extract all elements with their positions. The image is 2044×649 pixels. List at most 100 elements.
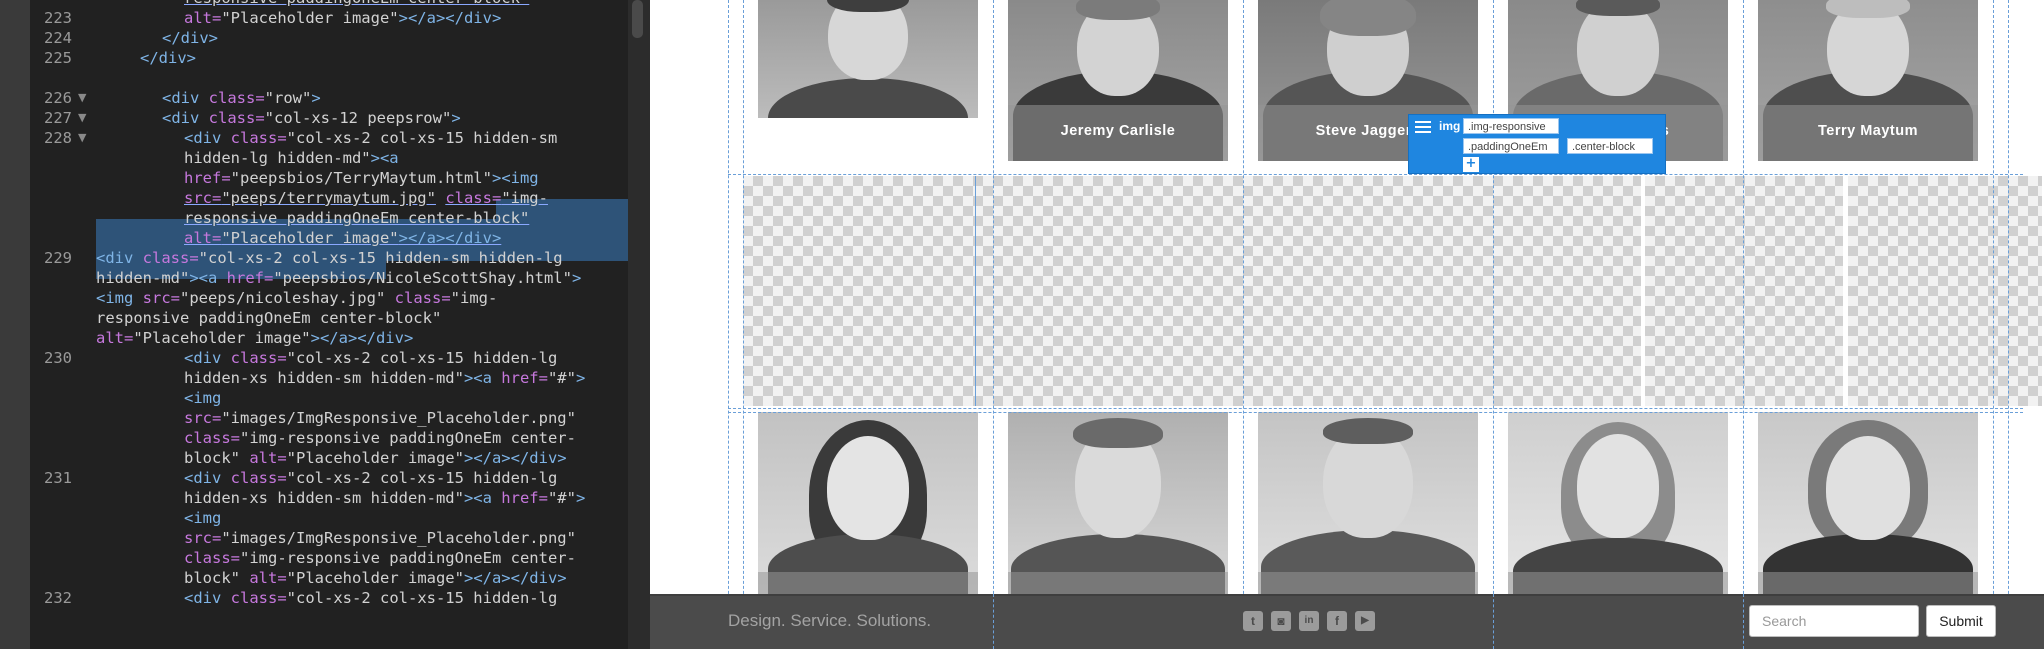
row-guide <box>728 408 2023 409</box>
photo-hair <box>1576 0 1660 16</box>
name-bar <box>1258 572 1478 594</box>
site-footer: Design. Service. Solutions. t ◙ in f ▶ S… <box>650 594 2044 649</box>
code-line[interactable]: class="img-responsive paddingOneEm cente… <box>184 548 576 568</box>
photo-face <box>1577 434 1659 538</box>
team-photo[interactable] <box>1008 412 1228 594</box>
code-line[interactable]: responsive paddingOneEm center-block" <box>96 308 441 328</box>
team-photo[interactable] <box>1258 412 1478 594</box>
class-chip-padding[interactable]: .paddingOneEm <box>1463 138 1559 154</box>
class-chip-img-responsive[interactable]: .img-responsive <box>1463 118 1559 134</box>
team-photo[interactable] <box>758 412 978 594</box>
line-number: 225 <box>44 49 72 67</box>
code-line[interactable]: <div class="col-xs-2 col-xs-15 hidden-lg <box>184 468 557 488</box>
code-line[interactable]: <img <box>184 388 221 408</box>
editor-scrollbar[interactable] <box>628 0 650 649</box>
fold-arrow-icon[interactable]: ▼ <box>78 108 86 128</box>
column-guide <box>1243 0 1244 649</box>
team-photo[interactable] <box>1508 412 1728 594</box>
line-number: 224 <box>44 29 72 47</box>
editor-scroll-thumb[interactable] <box>632 0 643 38</box>
code-line[interactable]: href="peepsbios/TerryMaytum.html"><img <box>184 168 539 188</box>
placeholder-image[interactable] <box>743 176 1641 406</box>
column-guide <box>743 0 744 649</box>
team-photo[interactable]: Terry Maytum <box>1758 0 1978 161</box>
code-line[interactable]: <div class="col-xs-2 col-xs-15 hidden-sm… <box>96 248 563 268</box>
photo-face <box>828 0 908 80</box>
code-line[interactable]: alt="Placeholder image"></a></div> <box>184 8 501 28</box>
line-number: 226 <box>44 89 72 107</box>
code-line[interactable]: class="img-responsive paddingOneEm cente… <box>184 428 576 448</box>
element-tag-name: img <box>1439 119 1461 133</box>
instagram-icon[interactable]: ◙ <box>1271 611 1291 631</box>
youtube-icon[interactable]: ▶ <box>1355 611 1375 631</box>
code-line[interactable]: hidden-md"><a href="peepsbios/NicoleScot… <box>96 268 581 288</box>
column-guide <box>1993 0 1994 649</box>
code-line[interactable]: </div> <box>140 48 196 68</box>
line-number: 229 <box>44 249 72 267</box>
code-area[interactable]: 223224225226227228229230231232▼▼▼ src="p… <box>30 0 628 649</box>
fold-arrow-icon[interactable]: ▼ <box>78 88 86 108</box>
hamburger-menu-icon[interactable] <box>1415 121 1431 135</box>
code-line[interactable]: <div class="row"> <box>162 88 321 108</box>
photo-hair <box>1073 418 1163 448</box>
photo-face <box>827 436 909 540</box>
twitter-icon[interactable]: t <box>1243 611 1263 631</box>
line-number: 228 <box>44 129 72 147</box>
code-line[interactable]: <img <box>184 508 221 528</box>
code-line[interactable]: <div class="col-xs-2 col-xs-15 hidden-lg <box>184 348 557 368</box>
name-bar <box>1008 572 1228 594</box>
photo-hair <box>1076 0 1160 20</box>
code-line[interactable]: src="peeps/terrymaytum.jpg" class="img- <box>184 188 548 208</box>
photo-hair <box>1826 0 1910 18</box>
line-number: 223 <box>44 9 72 27</box>
class-chip-center-block[interactable]: .center-block <box>1567 138 1653 154</box>
code-line[interactable]: <img src="peeps/nicoleshay.jpg" class="i… <box>96 288 497 308</box>
submit-button[interactable]: Submit <box>1926 605 1996 637</box>
live-preview[interactable]: Jeremy Carlisle Steve Jaggers Brian Thom… <box>650 0 2044 649</box>
code-line[interactable]: block" alt="Placeholder image"></a></div… <box>184 448 567 468</box>
team-photo[interactable] <box>1758 412 1978 594</box>
column-guide <box>993 0 994 649</box>
code-line[interactable]: src="images/ImgResponsive_Placeholder.pn… <box>184 528 576 548</box>
name-bar <box>1758 572 1978 594</box>
photo-face <box>1826 436 1910 540</box>
add-class-button[interactable]: + <box>1463 157 1479 172</box>
code-line[interactable]: src="images/ImgResponsive_Placeholder.pn… <box>184 408 576 428</box>
line-number: 230 <box>44 349 72 367</box>
column-guide <box>1493 0 1494 649</box>
photo-hair <box>1320 0 1416 36</box>
line-number: 231 <box>44 469 72 487</box>
placeholder-image[interactable] <box>1645 176 1843 406</box>
code-line[interactable]: responsive paddingOneEm center-block" <box>184 0 529 8</box>
line-number: 227 <box>44 109 72 127</box>
column-guide <box>728 0 729 649</box>
name-bar <box>758 572 978 594</box>
search-input[interactable]: Search <box>1749 605 1919 637</box>
name-bar <box>1508 572 1728 594</box>
code-editor-panel[interactable]: 223224225226227228229230231232▼▼▼ src="p… <box>0 0 650 649</box>
team-photo[interactable]: Jeremy Carlisle <box>1008 0 1228 161</box>
code-line[interactable]: hidden-xs hidden-sm hidden-md"><a href="… <box>184 368 585 388</box>
code-line[interactable]: <div class="col-xs-12 peepsrow"> <box>162 108 461 128</box>
element-inspector[interactable]: img .img-responsive .paddingOneEm .cente… <box>1408 114 1666 174</box>
code-line[interactable]: hidden-lg hidden-md"><a <box>184 148 399 168</box>
code-line[interactable]: block" alt="Placeholder image"></a></div… <box>184 568 567 588</box>
linkedin-icon[interactable]: in <box>1299 611 1319 631</box>
facebook-icon[interactable]: f <box>1327 611 1347 631</box>
code-line[interactable]: <div class="col-xs-2 col-xs-15 hidden-sm <box>184 128 557 148</box>
line-number: 232 <box>44 589 72 607</box>
code-line[interactable]: alt="Placeholder image"></a></div> <box>184 228 501 248</box>
code-line[interactable]: <div class="col-xs-2 col-xs-15 hidden-lg <box>184 588 557 608</box>
code-line[interactable]: </div> <box>162 28 218 48</box>
code-line[interactable]: hidden-xs hidden-sm hidden-md"><a href="… <box>184 488 585 508</box>
code-line[interactable]: alt="Placeholder image"></a></div> <box>96 328 413 348</box>
code-line[interactable]: responsive paddingOneEm center-block" <box>184 208 529 228</box>
column-guide <box>1743 0 1744 649</box>
placeholder-image[interactable] <box>1848 176 2042 406</box>
team-photo[interactable] <box>758 0 978 118</box>
fold-arrow-icon[interactable]: ▼ <box>78 128 86 148</box>
column-guide <box>993 594 994 649</box>
column-guide <box>1493 594 1494 649</box>
row-guide <box>728 174 2023 175</box>
editor-sidebar-strip <box>0 0 30 649</box>
